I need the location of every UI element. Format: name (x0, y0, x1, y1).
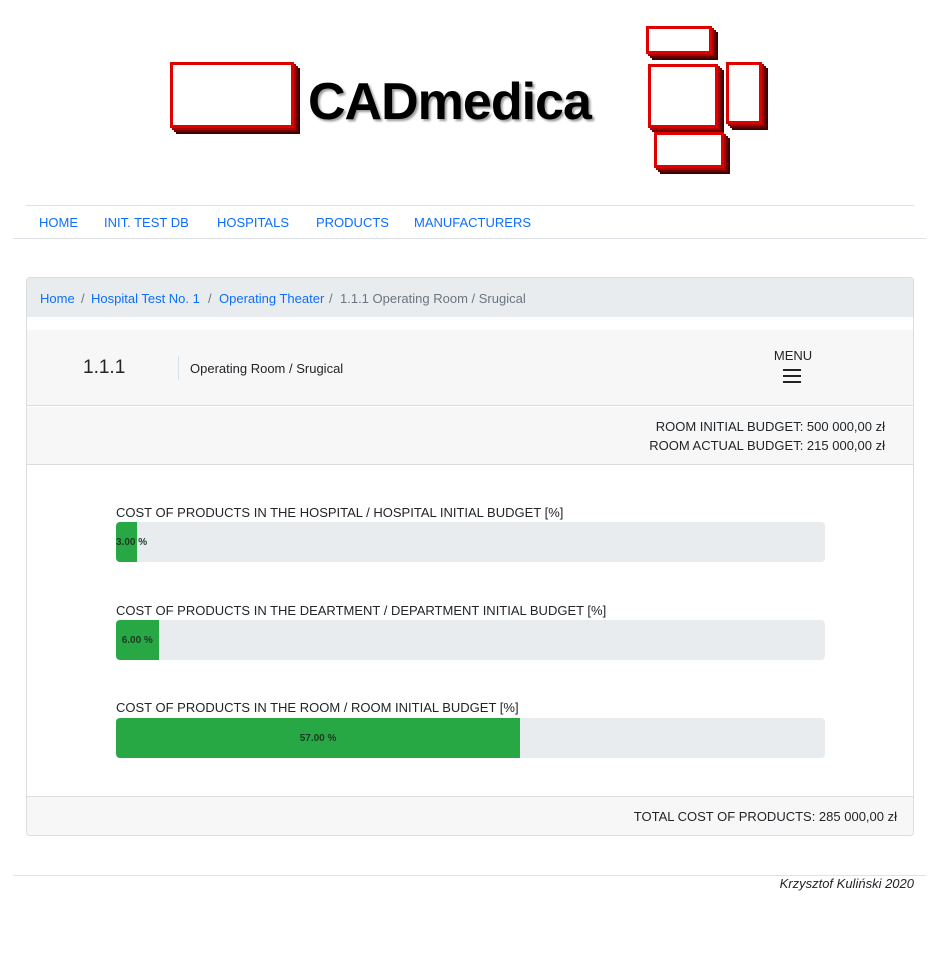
header-divider (178, 356, 179, 380)
nav-init-test-db[interactable]: INIT. TEST DB (104, 215, 189, 230)
hospital-budget-label: COST OF PRODUCTS IN THE HOSPITAL / HOSPI… (116, 505, 564, 520)
logo-box-bottom (654, 132, 724, 168)
room-actual-budget: ROOM ACTUAL BUDGET: 215 000,00 zł (649, 438, 885, 453)
nav-products[interactable]: PRODUCTS (316, 215, 389, 230)
room-name: Operating Room / Srugical (190, 361, 344, 376)
card-footer: TOTAL COST OF PRODUCTS: 285 000,00 zł (27, 796, 913, 835)
nav-hospitals[interactable]: HOSPITALS (217, 215, 289, 230)
menu-button[interactable]: MENU (771, 347, 815, 391)
nav-manufacturers[interactable]: MANUFACTURERS (414, 215, 531, 230)
breadcrumb-department[interactable]: Operating Theater (219, 291, 324, 306)
breadcrumb-hospital[interactable]: Hospital Test No. 1 (91, 291, 200, 306)
hamburger-icon (783, 369, 803, 384)
nav-home[interactable]: HOME (39, 215, 78, 230)
main-nav: HOME INIT. TEST DB HOSPITALS PRODUCTS MA… (26, 205, 914, 239)
breadcrumb: Home / Hospital Test No. 1 / Operating T… (27, 278, 913, 317)
logo-box-center (648, 64, 718, 128)
room-budget-fill: 57.00 % (116, 718, 521, 758)
department-budget-value: 6.00 % (121, 635, 153, 646)
logo-box-left (170, 62, 294, 128)
author-credit: Krzysztof Kuliński 2020 (779, 876, 914, 891)
menu-label: MENU (773, 348, 813, 363)
logo-box-right (726, 62, 762, 124)
room-number: 1.1.1 (83, 357, 126, 378)
breadcrumb-separator: / (81, 291, 85, 306)
department-budget-label: COST OF PRODUCTS IN THE DEARTMENT / DEPA… (116, 603, 607, 618)
room-budget-label: COST OF PRODUCTS IN THE ROOM / ROOM INIT… (116, 700, 519, 715)
cadmedica-logo: CADmedica (160, 20, 780, 198)
breadcrumb-home[interactable]: Home (40, 291, 75, 306)
logo-wordmark: CADmedica (308, 73, 592, 131)
room-initial-budget: ROOM INITIAL BUDGET: 500 000,00 zł (655, 419, 885, 434)
room-card: Home / Hospital Test No. 1 / Operating T… (26, 277, 914, 836)
hospital-budget-fill: 3.00 % (116, 522, 148, 562)
room-budget-progress: 57.00 % (116, 718, 825, 758)
room-budget-value: 57.00 % (299, 733, 337, 744)
logo-box-top (646, 26, 712, 54)
room-header: 1.1.1 Operating Room / Srugical MENU (27, 330, 913, 406)
hospital-budget-progress: 3.00 % (116, 522, 825, 562)
hospital-budget-value: 3.00 % (116, 537, 148, 548)
department-budget-fill: 6.00 % (116, 620, 159, 660)
department-budget-progress: 6.00 % (116, 620, 825, 660)
breadcrumb-current: 1.1.1 Operating Room / Srugical (340, 291, 526, 306)
breadcrumb-separator: / (208, 291, 212, 306)
nav-divider (13, 238, 926, 239)
total-cost: TOTAL COST OF PRODUCTS: 285 000,00 zł (633, 809, 897, 824)
budget-summary: ROOM INITIAL BUDGET: 500 000,00 zł ROOM … (27, 407, 913, 465)
breadcrumb-separator: / (329, 291, 333, 306)
